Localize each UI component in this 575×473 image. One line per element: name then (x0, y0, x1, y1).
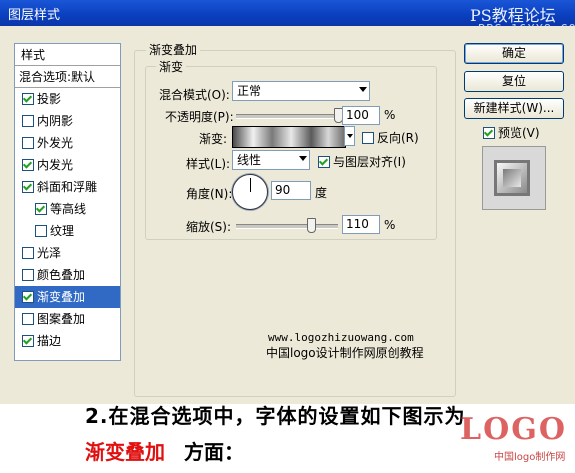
opacity-slider-track[interactable] (236, 114, 338, 119)
gradient-overlay-title: 渐变叠加 (146, 41, 201, 58)
site-desc-text: 中国logo设计制作网原创教程 (266, 346, 424, 360)
angle-input[interactable]: 90 (271, 181, 311, 200)
reverse-checkbox[interactable] (362, 131, 374, 144)
style-checkbox[interactable] (22, 334, 34, 347)
scale-unit: % (384, 218, 396, 232)
style-checkbox[interactable] (22, 114, 34, 127)
ok-button[interactable]: 确定 (464, 43, 564, 64)
reverse-checkbox-row[interactable]: 反向(R) (362, 129, 419, 146)
align-label: 与图层对齐(I) (333, 155, 406, 169)
chevron-down-icon (299, 156, 307, 161)
logo-watermark-sub: 中国logo制作网 (494, 452, 566, 463)
style-list-item[interactable]: 内阴影 (15, 110, 120, 132)
style-list-item-label: 内阴影 (37, 114, 74, 128)
preview-label: 预览(V) (498, 126, 540, 140)
style-list-item-label: 外发光 (37, 136, 74, 150)
style-list-item-label: 投影 (37, 92, 62, 106)
style-checkbox[interactable] (22, 246, 34, 259)
style-dropdown[interactable]: 线性 (232, 150, 310, 170)
style-list-item-label: 斜面和浮雕 (37, 180, 98, 194)
style-list-item[interactable]: 外发光 (15, 132, 120, 154)
style-list-item[interactable]: 渐变叠加 (15, 286, 120, 308)
blend-mode-dropdown[interactable]: 正常 (232, 81, 370, 101)
style-list-item[interactable]: 斜面和浮雕 (15, 176, 120, 198)
angle-label: 角度(N): (186, 187, 233, 201)
scale-slider-thumb[interactable] (306, 218, 316, 233)
style-label: 样式(L): (186, 157, 231, 171)
chevron-down-icon (359, 87, 367, 92)
style-checkbox[interactable] (22, 180, 34, 193)
window-title: 图层样式 (8, 8, 61, 23)
reset-button[interactable]: 复位 (464, 71, 564, 92)
style-list-item-label: 渐变叠加 (37, 290, 86, 304)
angle-indicator (250, 178, 251, 192)
scale-label: 缩放(S): (186, 220, 232, 234)
style-checkbox[interactable] (22, 92, 34, 105)
reverse-label: 反向(R) (377, 131, 419, 145)
site-url-text: www.logozhizuowang.com (268, 331, 414, 344)
style-list-item[interactable]: 颜色叠加 (15, 264, 120, 286)
style-preview-thumbnail (482, 146, 546, 210)
scale-input[interactable]: 110 (342, 215, 380, 234)
style-list-item[interactable]: 光泽 (15, 242, 120, 264)
angle-dial[interactable] (232, 174, 268, 210)
align-with-layer-checkbox[interactable] (318, 155, 330, 168)
style-checkbox[interactable] (22, 268, 34, 281)
blend-options-item[interactable]: 混合选项:默认 (15, 66, 120, 88)
blend-mode-label: 混合模式(O): (159, 88, 230, 102)
style-list: 样式 混合选项:默认 投影内阴影外发光内发光斜面和浮雕等高线纹理光泽颜色叠加渐变… (14, 43, 121, 361)
style-list-item[interactable]: 等高线 (15, 198, 120, 220)
style-checkbox[interactable] (22, 158, 34, 171)
blend-mode-value: 正常 (237, 84, 262, 98)
align-checkbox-row[interactable]: 与图层对齐(I) (318, 153, 406, 170)
logo-watermark: LOGO (460, 412, 567, 447)
style-list-item-label: 内发光 (37, 158, 74, 172)
style-list-item[interactable]: 纹理 (15, 220, 120, 242)
style-checkbox[interactable] (22, 136, 34, 149)
preview-checkbox[interactable] (483, 126, 495, 139)
gradient-picker[interactable] (232, 126, 346, 148)
scale-slider-track[interactable] (236, 224, 338, 229)
style-list-header[interactable]: 样式 (15, 44, 120, 66)
style-list-item[interactable]: 内发光 (15, 154, 120, 176)
style-checkbox[interactable] (22, 312, 34, 325)
style-list-item-label: 图案叠加 (37, 312, 86, 326)
style-value: 线性 (237, 153, 262, 167)
opacity-label: 不透明度(P): (165, 110, 234, 124)
angle-unit: 度 (315, 186, 328, 200)
preview-bevel-icon (494, 160, 530, 196)
gradient-subgroup-title: 渐变 (156, 58, 187, 75)
gradient-label: 渐变: (199, 132, 228, 146)
style-checkbox[interactable] (35, 202, 47, 215)
style-list-item-label: 颜色叠加 (37, 268, 86, 282)
style-checkbox[interactable] (22, 290, 34, 303)
style-checkbox[interactable] (35, 224, 47, 237)
caption-highlight: 渐变叠加 (85, 440, 165, 464)
style-list-item-label: 纹理 (50, 224, 75, 238)
new-style-button[interactable]: 新建样式(W)... (464, 98, 564, 119)
style-list-item[interactable]: 投影 (15, 88, 120, 110)
style-list-item-label: 光泽 (37, 246, 62, 260)
style-list-item[interactable]: 描边 (15, 330, 120, 352)
chevron-down-icon (347, 134, 353, 138)
style-list-item-label: 描边 (37, 334, 62, 348)
preview-checkbox-row[interactable]: 预览(V) (483, 124, 540, 141)
style-list-item[interactable]: 图案叠加 (15, 308, 120, 330)
caption-line-2: 方面： (184, 440, 244, 464)
opacity-input[interactable]: 100 (342, 106, 380, 125)
style-list-item-label: 等高线 (50, 202, 87, 216)
gradient-dropdown-button[interactable] (344, 126, 355, 146)
caption-line-1: 2.在混合选项中，字体的设置如下图示为 (85, 404, 466, 428)
opacity-unit: % (384, 108, 396, 122)
